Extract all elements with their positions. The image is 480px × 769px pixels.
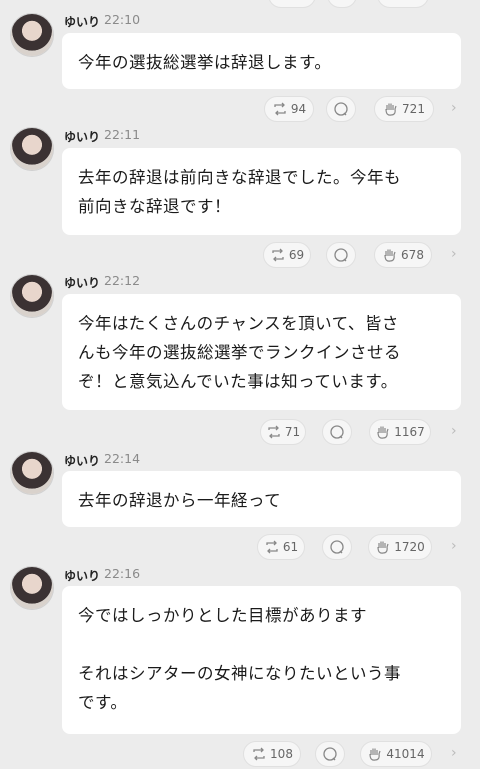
timestamp: 22:16 <box>104 566 141 581</box>
avatar[interactable] <box>11 567 53 609</box>
retweet-icon <box>272 102 288 116</box>
like-button[interactable]: 721 <box>374 96 434 122</box>
clap-icon <box>375 424 391 440</box>
clap-icon <box>383 101 399 117</box>
like-button[interactable]: 1167 <box>369 419 431 445</box>
like-button[interactable]: 41014 <box>360 741 432 767</box>
retweet-icon <box>251 747 267 761</box>
message-text: 今年はたくさんのチャンスを頂いて、皆さ んも今年の選抜総選挙でランクインさせる … <box>62 294 461 410</box>
action-bar: 108 41014 › <box>0 741 480 769</box>
like-button[interactable]: 678 <box>374 242 432 268</box>
comment-icon <box>329 424 345 440</box>
action-bar: 71 1167 › <box>0 419 480 447</box>
comment-icon <box>322 746 338 762</box>
clap-icon <box>367 746 383 762</box>
message-text: 去年の辞退は前向きな辞退でした。今年も 前向きな辞退です！ <box>62 148 461 235</box>
like-count: 721 <box>402 102 425 116</box>
like-count: 1167 <box>394 425 425 439</box>
user-name: ゆいり <box>64 276 101 290</box>
message-text: 今ではしっかりとした目標があります それはシアターの女神になりたいという事 です… <box>62 586 461 734</box>
comment-icon <box>333 247 349 263</box>
avatar[interactable] <box>11 14 53 56</box>
retweet-button[interactable]: 69 <box>263 242 311 268</box>
retweet-count: 61 <box>282 540 299 554</box>
chevron-right-icon[interactable]: › <box>451 745 457 761</box>
action-bar: 69 678 › <box>0 242 480 270</box>
action-bar: 94 721 › <box>0 96 480 124</box>
comment-icon <box>329 539 345 555</box>
like-count: 678 <box>401 248 424 262</box>
chevron-right-icon[interactable]: › <box>451 100 457 116</box>
chevron-right-icon[interactable]: › <box>451 423 457 439</box>
retweet-button[interactable] <box>268 0 316 8</box>
avatar[interactable] <box>11 452 53 494</box>
retweet-button[interactable]: 71 <box>260 419 306 445</box>
user-name: ゆいり <box>64 130 101 144</box>
retweet-count: 94 <box>290 102 307 116</box>
user-name: ゆいり <box>64 569 101 583</box>
timestamp: 22:11 <box>104 127 141 142</box>
like-count: 1720 <box>394 540 425 554</box>
clap-icon <box>382 247 398 263</box>
comment-button[interactable] <box>326 242 356 268</box>
message-text: 去年の辞退から一年経って <box>62 471 461 527</box>
action-bar: 61 1720 › <box>0 534 480 562</box>
like-button[interactable] <box>377 0 429 8</box>
user-name: ゆいり <box>64 454 101 468</box>
clap-icon <box>375 539 391 555</box>
chevron-right-icon[interactable]: › <box>451 538 457 554</box>
user-name: ゆいり <box>64 15 101 29</box>
retweet-count: 71 <box>284 425 301 439</box>
timestamp: 22:14 <box>104 451 141 466</box>
comment-icon <box>333 101 349 117</box>
avatar[interactable] <box>11 275 53 317</box>
like-button[interactable]: 1720 <box>368 534 432 560</box>
comment-button[interactable] <box>315 741 345 767</box>
chevron-right-icon[interactable]: › <box>451 246 457 262</box>
avatar[interactable] <box>11 128 53 170</box>
like-count: 41014 <box>386 747 425 761</box>
previous-actions-bar <box>0 0 480 8</box>
comment-button[interactable] <box>327 0 357 8</box>
comment-button[interactable] <box>326 96 356 122</box>
retweet-button[interactable]: 94 <box>264 96 314 122</box>
retweet-count: 69 <box>288 248 305 262</box>
message-text: 今年の選抜総選挙は辞退します。 <box>62 33 461 89</box>
comment-button[interactable] <box>322 534 352 560</box>
retweet-button[interactable]: 61 <box>257 534 305 560</box>
timestamp: 22:12 <box>104 273 141 288</box>
timestamp: 22:10 <box>104 12 141 27</box>
retweet-count: 108 <box>270 747 293 761</box>
retweet-icon <box>264 540 280 554</box>
retweet-icon <box>270 248 286 262</box>
retweet-icon <box>266 425 282 439</box>
comment-button[interactable] <box>322 419 352 445</box>
retweet-button[interactable]: 108 <box>243 741 301 767</box>
